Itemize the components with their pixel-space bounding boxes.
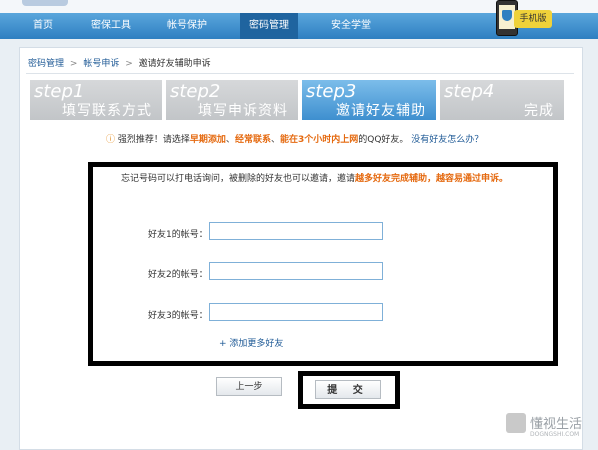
friend-1-input[interactable] xyxy=(209,222,383,240)
step-label: 填写申诉资料 xyxy=(198,103,288,119)
step-3: step3 邀请好友辅助 xyxy=(302,80,436,120)
step-number: step2 xyxy=(170,81,221,102)
step-label: 完成 xyxy=(524,103,554,119)
friend-3-input[interactable] xyxy=(209,303,383,321)
watermark-sub: DOGNGSHI.COM xyxy=(530,431,580,438)
breadcrumb-separator: > xyxy=(125,59,133,69)
watermark-title: 懂视生活 xyxy=(530,417,583,432)
nav-account-protection[interactable]: 帐号保护 xyxy=(162,13,212,39)
nav-home[interactable]: 首页 xyxy=(28,13,58,39)
recommendation-tip: ⓘ 强烈推荐！请选择早期添加、经常联系、能在3个小时内上网的QQ好友。 没有好友… xyxy=(106,135,484,145)
add-more-friends-link[interactable]: + 添加更多好友 xyxy=(219,336,283,349)
no-friends-link[interactable]: 没有好友怎么办？ xyxy=(411,135,483,145)
divider xyxy=(26,73,574,74)
watermark: 懂视生活 DOGNGSHI.COM xyxy=(502,411,598,448)
step-1: step1 填写联系方式 xyxy=(30,80,162,120)
breadcrumb-password-management[interactable]: 密码管理 xyxy=(28,59,64,69)
submit-button[interactable]: 提 交 xyxy=(315,380,381,399)
step-label: 填写联系方式 xyxy=(62,103,152,119)
logo-fragment xyxy=(22,0,68,6)
main-panel: 密码管理 > 帐号申诉 > 邀请好友辅助申诉 step1 填写联系方式 step… xyxy=(19,47,583,450)
watermark-logo xyxy=(506,413,526,433)
friend-2-input[interactable] xyxy=(209,262,383,280)
warning-icon: ⓘ xyxy=(106,135,116,145)
breadcrumb-current: 邀请好友辅助申诉 xyxy=(138,59,211,69)
friend-3-label: 好友3的帐号： xyxy=(148,311,208,321)
submit-highlight-frame: 提 交 xyxy=(298,371,400,409)
friend-invite-box: 忘记号码可以打电话询问，被删除的好友也可以邀请，邀请越多好友完成辅助，越容易通过… xyxy=(88,162,558,366)
nav-password-management[interactable]: 密码管理 xyxy=(240,13,298,39)
step-number: step1 xyxy=(34,81,85,102)
step-2: step2 填写申诉资料 xyxy=(166,80,298,120)
mobile-version-badge[interactable]: 手机版 xyxy=(514,10,552,28)
prev-step-button[interactable]: 上一步 xyxy=(216,377,282,396)
step-progress: step1 填写联系方式 step2 填写申诉资料 step3 邀请好友辅助 s… xyxy=(30,80,572,120)
step-label: 邀请好友辅助 xyxy=(336,103,426,119)
invite-note: 忘记号码可以打电话询问，被删除的好友也可以邀请，邀请越多好友完成辅助，越容易通过… xyxy=(121,174,509,184)
step-number: step3 xyxy=(306,81,357,102)
friend-2-label: 好友2的帐号： xyxy=(148,270,208,280)
nav-security-tools[interactable]: 密保工具 xyxy=(86,13,136,39)
breadcrumb: 密码管理 > 帐号申诉 > 邀请好友辅助申诉 xyxy=(28,56,214,69)
nav-security-school[interactable]: 安全学堂 xyxy=(326,13,376,39)
step-number: step4 xyxy=(444,81,495,102)
shield-icon xyxy=(502,10,512,21)
friend-1-label: 好友1的帐号： xyxy=(148,230,208,240)
step-4: step4 完成 xyxy=(440,80,564,120)
breadcrumb-separator: > xyxy=(69,59,78,69)
breadcrumb-account-appeal[interactable]: 帐号申诉 xyxy=(83,59,119,69)
